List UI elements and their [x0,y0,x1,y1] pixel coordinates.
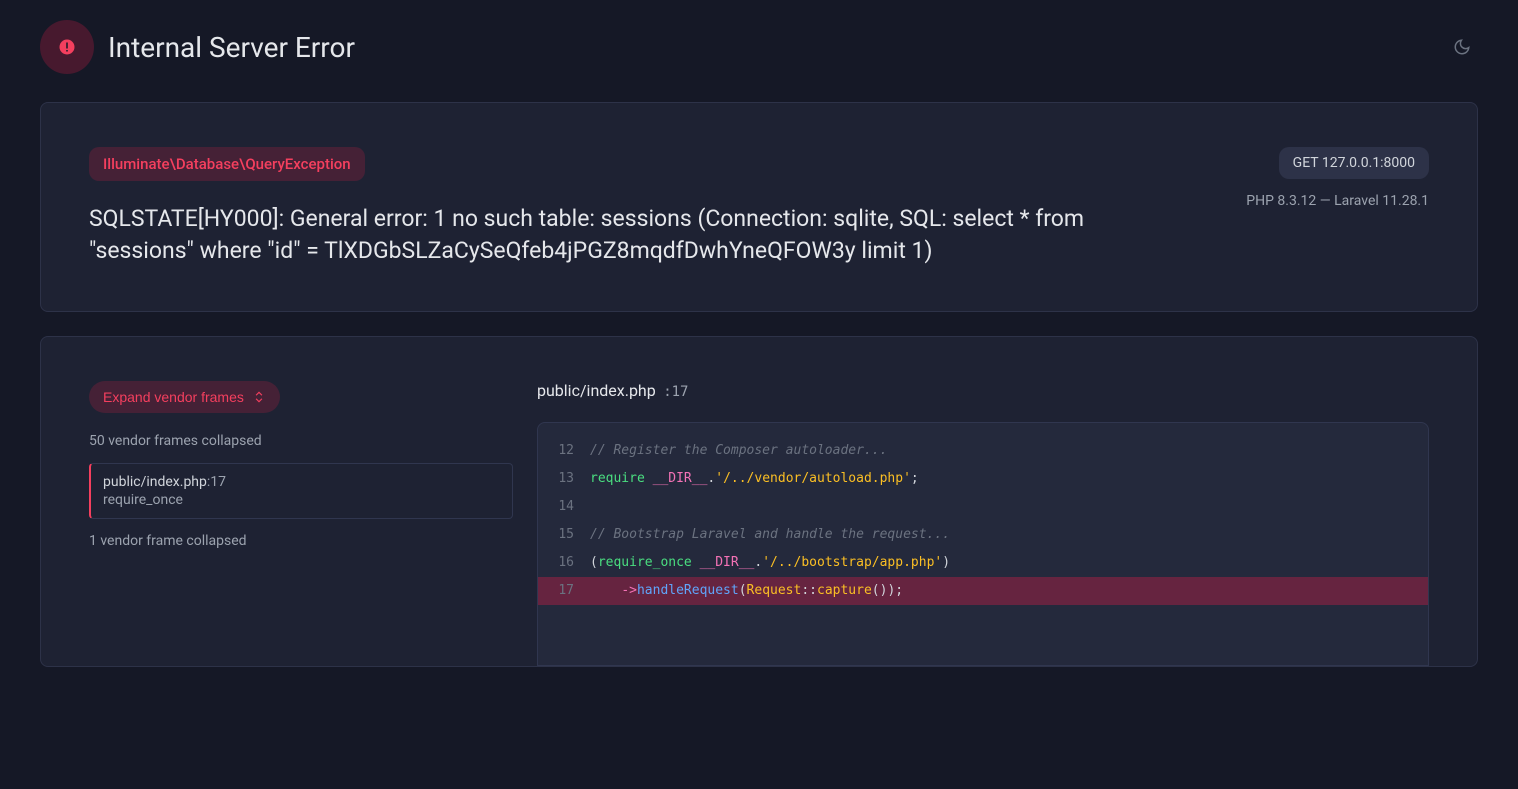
source-file-path: public/index.php [537,381,656,400]
line-content: (require_once __DIR__.'/../bootstrap/app… [590,549,1428,577]
code-box: 12// Register the Composer autoloader...… [537,422,1429,666]
laravel-version: Laravel 11.28.1 [1334,193,1429,209]
expand-label: Expand vendor frames [103,389,244,405]
header-left: Internal Server Error [40,20,355,74]
alert-icon [58,38,76,56]
stack-frame[interactable]: public/index.php:17 require_once [89,463,513,519]
page-header: Internal Server Error [8,0,1510,102]
code-line: 16(require_once __DIR__.'/../bootstrap/a… [538,549,1428,577]
code-line: 14 [538,493,1428,521]
source-file-line: :17 [663,384,688,400]
line-content [590,493,1428,521]
collapsed-frames-bottom[interactable]: 1 vendor frame collapsed [89,533,513,549]
line-content: ->handleRequest(Request::capture()); [590,577,1428,605]
page-title: Internal Server Error [108,31,355,64]
line-content: require __DIR__.'/../vendor/autoload.php… [590,465,1428,493]
error-meta: GET 127.0.0.1:8000 PHP 8.3.12 — Laravel … [1209,147,1429,267]
trace-card: Expand vendor frames 50 vendor frames co… [40,336,1478,667]
collapsed-frames-top[interactable]: 50 vendor frames collapsed [89,433,513,449]
version-line: PHP 8.3.12 — Laravel 11.28.1 [1246,193,1429,209]
expand-vendor-frames-button[interactable]: Expand vendor frames [89,381,280,413]
code-line: 12// Register the Composer autoloader... [538,437,1428,465]
line-number: 16 [538,549,590,577]
line-content: // Bootstrap Laravel and handle the requ… [590,521,1428,549]
source-preview: public/index.php :17 12// Register the C… [537,381,1429,666]
theme-toggle[interactable] [1446,31,1478,63]
line-number: 15 [538,521,590,549]
code-line: 15// Bootstrap Laravel and handle the re… [538,521,1428,549]
line-content: // Register the Composer autoloader... [590,437,1428,465]
request-badge: GET 127.0.0.1:8000 [1279,147,1429,179]
chevron-up-down-icon [252,390,266,404]
line-number: 13 [538,465,590,493]
error-summary: Illuminate\Database\QueryException SQLST… [89,147,1109,267]
error-card: Illuminate\Database\QueryException SQLST… [40,102,1478,312]
line-number: 12 [538,437,590,465]
code-line: 17 ->handleRequest(Request::capture()); [538,577,1428,605]
trace-frames: Expand vendor frames 50 vendor frames co… [89,381,513,666]
code-line: 13require __DIR__.'/../vendor/autoload.p… [538,465,1428,493]
line-number: 17 [538,577,590,605]
exception-badge: Illuminate\Database\QueryException [89,147,365,181]
frame-function: require_once [103,492,500,508]
alert-circle [40,20,94,74]
moon-icon [1453,38,1471,56]
line-number: 14 [538,493,590,521]
error-message: SQLSTATE[HY000]: General error: 1 no suc… [89,203,1109,267]
php-version: PHP 8.3.12 [1246,193,1316,209]
source-file-heading: public/index.php :17 [537,381,1429,400]
frame-path: public/index.php:17 [103,474,500,490]
